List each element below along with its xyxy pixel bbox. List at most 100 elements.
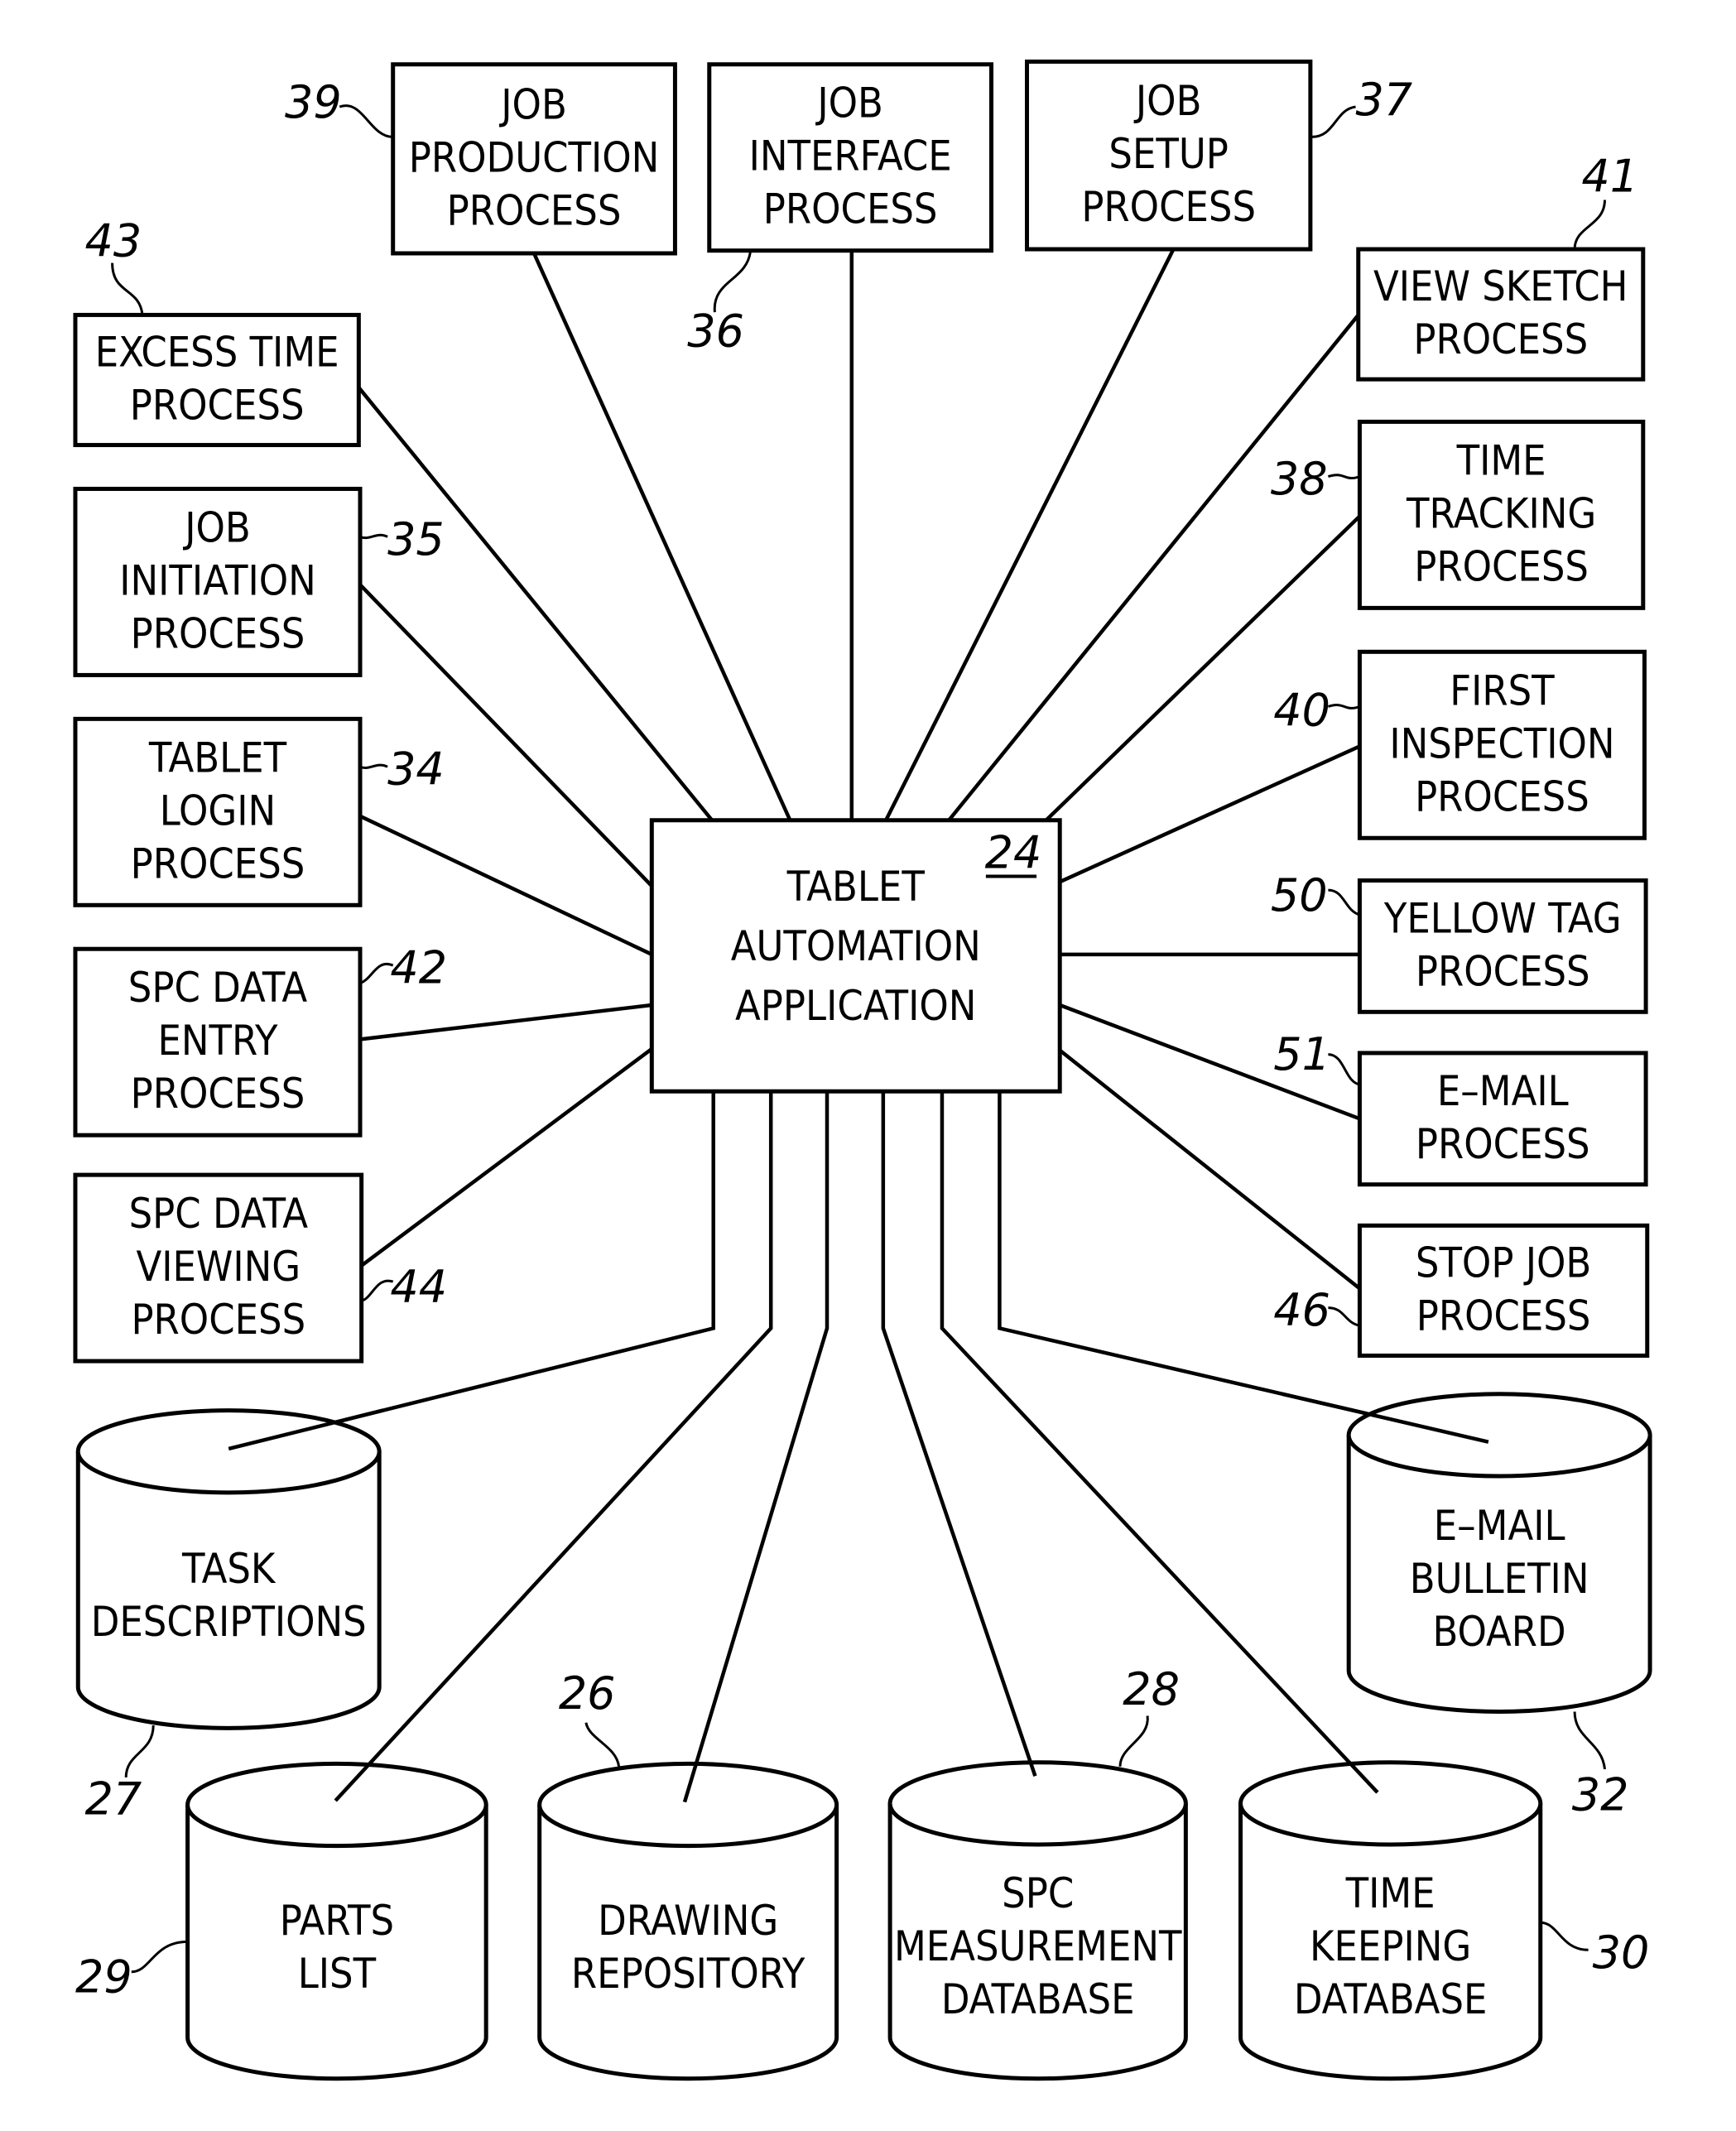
job-production-process-line-1: JOB	[498, 80, 567, 128]
ref-number-41: 41	[1581, 151, 1638, 203]
job-interface-process-line-2: INTERFACE	[749, 132, 952, 180]
excess-time-process-line-2: PROCESS	[130, 381, 305, 429]
email-process-box[interactable]: E–MAIL PROCESS	[1357, 1051, 1648, 1187]
spc-data-viewing-process-line-3: PROCESS	[131, 1296, 305, 1344]
yellow-tag-process-box[interactable]: YELLOW TAG PROCESS	[1357, 878, 1648, 1014]
ref-number-24: 24	[985, 827, 1042, 879]
ref-leader-30	[1540, 1921, 1589, 1951]
task-descriptions-line-1: TASK	[181, 1545, 277, 1593]
stop-job-process-line-2: PROCESS	[1416, 1292, 1591, 1340]
ref-number-26: 26	[559, 1667, 616, 1720]
ref-number-44: 44	[390, 1261, 447, 1313]
job-setup-process-box[interactable]: JOB SETUP PROCESS	[1025, 59, 1313, 252]
time-tracking-process-line-1: TIME	[1456, 436, 1546, 484]
ref-leader-39	[339, 104, 393, 138]
job-setup-process-line-2: SETUP	[1108, 130, 1229, 178]
parts-list-line-2: LIST	[298, 1950, 377, 1998]
tablet-login-process-box[interactable]: TABLETLOGINPROCESS	[73, 716, 363, 907]
job-initiation-process-line-3: PROCESS	[131, 609, 305, 657]
ref-number-39: 39	[285, 76, 342, 128]
time-keeping-database-line-3: DATABASE	[1294, 1975, 1488, 2023]
connector-drawing-repository	[682, 1091, 830, 1803]
time-tracking-process-box[interactable]: TIME TRACKING PROCESS	[1357, 419, 1646, 610]
ref-number-37: 37	[1355, 74, 1412, 126]
ref-leader-29	[131, 1940, 188, 1974]
tablet-automation-application-line-3: APPLICATION	[735, 982, 976, 1030]
connector-job-setup-process	[884, 248, 1176, 821]
job-interface-process-box[interactable]: JOB INTERFACE PROCESS	[707, 62, 993, 253]
connector-stop-job-process	[1058, 1048, 1361, 1291]
job-setup-process-line-1: JOB	[1133, 77, 1202, 125]
spc-data-viewing-process-box[interactable]: SPC DATA VIEWING PROCESS	[73, 1172, 364, 1364]
view-sketch-process-line-1: VIEW SKETCH	[1373, 262, 1628, 310]
ref-leader-51	[1328, 1053, 1360, 1086]
ref-number-51: 51	[1273, 1028, 1330, 1080]
task-descriptions-line-2: DESCRIPTIONS	[91, 1598, 367, 1646]
nodes: JOB PRODUCTION PROCESS 39 JOB INTERFACE PROCES…	[73, 59, 1652, 2081]
ref-number-50: 50	[1271, 869, 1328, 921]
first-inspection-process-box[interactable]: FIRST INSPECTION PROCESS	[1357, 649, 1647, 840]
first-inspection-process-line-1: FIRST	[1450, 666, 1555, 714]
tablet-login-process-line-1: TABLET	[148, 734, 287, 782]
email-process-line-1: E–MAIL	[1437, 1067, 1569, 1115]
email-bulletin-board-line-1: E–MAIL	[1434, 1502, 1565, 1550]
spc-data-entry-process-box[interactable]: SPC DATA ENTRY PROCESS	[73, 946, 363, 1138]
ref-number-32: 32	[1572, 1769, 1629, 1821]
ref-leader-37	[1311, 105, 1356, 138]
view-sketch-process-line-2: PROCESS	[1413, 315, 1588, 363]
excess-time-process-box[interactable]: EXCESS TIME PROCESS	[73, 312, 361, 448]
ref-leader-28	[1118, 1715, 1149, 1767]
connector-first-inspection-process	[1059, 744, 1361, 884]
connector-spc-data-viewing-process	[358, 1047, 653, 1268]
ref-number-28: 28	[1123, 1663, 1180, 1715]
time-tracking-process-line-2: TRACKING	[1406, 489, 1596, 537]
ref-leader-26	[584, 1722, 621, 1768]
task-descriptions-database[interactable]: TASK DESCRIPTIONS	[75, 1408, 382, 1730]
time-keeping-database-database[interactable]: TIME KEEPING DATABASE	[1238, 1760, 1543, 2081]
email-bulletin-board-database[interactable]: E–MAIL BULLETIN BOARD	[1346, 1392, 1652, 1714]
tablet-login-process-line-3: PROCESS	[131, 839, 305, 888]
ref-leader-27	[124, 1725, 155, 1777]
first-inspection-process-line-2: INSPECTION	[1389, 719, 1614, 767]
connector-view-sketch-process	[947, 314, 1360, 822]
system-block-diagram: JOB PRODUCTION PROCESS 39 JOB INTERFACE PROCES…	[73, 59, 1652, 2081]
time-keeping-database-line-2: KEEPING	[1310, 1922, 1471, 1970]
spc-measurement-database-line-1: SPC	[1002, 1869, 1074, 1917]
ref-leader-41	[1573, 200, 1606, 250]
ref-leader-43	[111, 262, 144, 315]
tablet-automation-application-line-1: TABLET	[786, 863, 926, 911]
job-interface-process-line-1: JOB	[815, 79, 883, 127]
ref-number-30: 30	[1593, 1927, 1650, 1979]
email-bulletin-board-line-3: BOARD	[1433, 1608, 1566, 1656]
tablet-automation-application-box[interactable]: TABLET AUTOMATION APPLICATION 24	[649, 818, 1062, 1094]
stop-job-process-box[interactable]: STOP JOB PROCESS	[1357, 1223, 1650, 1358]
spc-measurement-database-line-3: DATABASE	[941, 1975, 1135, 2023]
connector-job-initiation-process	[358, 583, 653, 888]
drawing-repository-database[interactable]: DRAWING REPOSITORY	[537, 1762, 839, 2081]
email-bulletin-board-line-2: BULLETIN	[1410, 1555, 1589, 1603]
ref-number-46: 46	[1273, 1284, 1330, 1336]
yellow-tag-process-line-1: YELLOW TAG	[1383, 894, 1622, 942]
ref-number-36: 36	[687, 305, 744, 357]
ref-number-27: 27	[85, 1773, 142, 1826]
view-sketch-process-box[interactable]: VIEW SKETCH PROCESS	[1356, 247, 1646, 382]
job-initiation-process-box[interactable]: JOB INITIATION PROCESS	[73, 486, 363, 677]
job-production-process-box[interactable]: JOB PRODUCTION PROCESS	[391, 62, 677, 256]
email-process-line-2: PROCESS	[1416, 1120, 1590, 1168]
ref-leader-46	[1328, 1306, 1360, 1327]
ref-leader-36	[713, 252, 752, 313]
job-setup-process-line-3: PROCESS	[1081, 183, 1256, 231]
tablet-login-process-line-2: LOGIN	[160, 786, 276, 835]
ref-number-38: 38	[1271, 453, 1328, 505]
connector-job-production-process	[532, 253, 792, 821]
ref-number-29: 29	[75, 1951, 132, 2004]
spc-measurement-database-database[interactable]: SPC MEASUREMENT DATABASE	[887, 1760, 1188, 2081]
parts-list-database[interactable]: PARTS LIST	[185, 1761, 488, 2081]
job-initiation-process-line-2: INITIATION	[119, 556, 316, 604]
time-keeping-database-line-1: TIME	[1345, 1869, 1435, 1917]
time-tracking-process-line-3: PROCESS	[1414, 542, 1589, 590]
ref-leader-40	[1327, 704, 1360, 710]
stop-job-process-line-1: STOP JOB	[1416, 1239, 1591, 1287]
spc-data-viewing-process-line-2: VIEWING	[136, 1243, 301, 1291]
ref-number-43: 43	[85, 214, 142, 267]
